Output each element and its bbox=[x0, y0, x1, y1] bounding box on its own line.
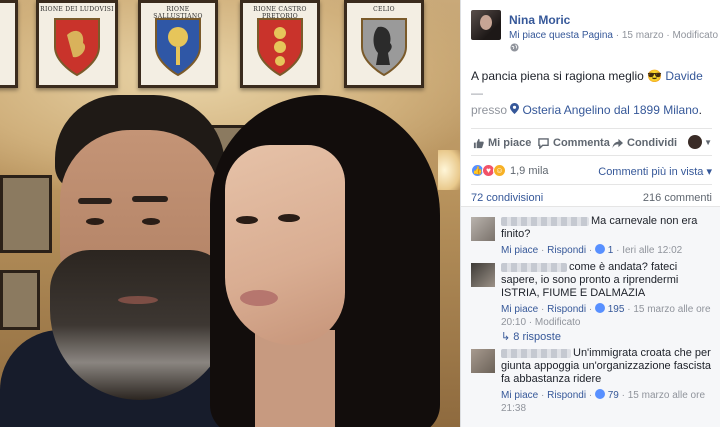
comment-time[interactable]: Ieri alle 12:02 bbox=[622, 245, 682, 256]
reaction-count[interactable]: 1,9 mila bbox=[510, 165, 549, 177]
caret-down-icon: ▾ bbox=[706, 166, 712, 178]
replies-label: 8 risposte bbox=[513, 331, 561, 343]
man-right-brow bbox=[132, 196, 168, 202]
comment-like-link[interactable]: Mi piace bbox=[501, 390, 538, 401]
share-label: Condividi bbox=[627, 137, 678, 149]
comment-reply-link[interactable]: Rispondi bbox=[547, 245, 586, 256]
like-label: Mi piace bbox=[488, 137, 532, 149]
wall-photo-left-1 bbox=[0, 175, 52, 253]
reaction-icons[interactable]: 👍 ♥ ☺ bbox=[471, 164, 506, 177]
like-page-link[interactable]: Mi piace questa Pagina bbox=[509, 30, 613, 41]
comment-body: come è andata? fateci sapere, io sono pr… bbox=[501, 261, 715, 329]
woman-lips bbox=[240, 290, 278, 306]
like-button[interactable]: Mi piace bbox=[473, 137, 531, 149]
blue-shield-icon bbox=[155, 18, 201, 77]
comment-order-label: Commenti più in vista bbox=[598, 166, 704, 178]
wall-photo-left-2 bbox=[0, 270, 40, 330]
reactions-row: 👍 ♥ ☺ 1,9 mila Commenti più in vista ▾ bbox=[471, 162, 712, 180]
comment-body: Ma carnevale non era finito? Mi piace · … bbox=[501, 215, 715, 257]
tagged-user[interactable]: Davide bbox=[665, 69, 702, 83]
woman-right-eye bbox=[278, 214, 300, 222]
comment-reply-link[interactable]: Rispondi bbox=[547, 304, 586, 315]
share-arrow-icon bbox=[612, 138, 623, 148]
comment-order-select[interactable]: Commenti più in vista ▾ bbox=[598, 165, 712, 178]
post-actions: Mi piace Commenta Condividi ▼ bbox=[471, 134, 712, 154]
woman-left-eye bbox=[236, 216, 258, 224]
post-text: A pancia piena si ragiona meglio 😎 David… bbox=[471, 68, 716, 120]
red-tower-shield-icon bbox=[257, 18, 303, 77]
grey-profile-shield-icon bbox=[361, 18, 407, 77]
divider bbox=[471, 128, 712, 129]
reply-arrow-icon: ↳ bbox=[501, 331, 511, 343]
haha-reaction-icon: ☺ bbox=[493, 164, 506, 177]
post-edited[interactable]: Modificato bbox=[672, 30, 718, 41]
comments-count[interactable]: 216 commenti bbox=[643, 192, 712, 204]
comments-list: Ma carnevale non era finito? Mi piace · … bbox=[461, 206, 720, 427]
facebook-photo-viewer: RIONE DEI LUDOVISI RIONE SALLUSTIANO RIO… bbox=[0, 0, 720, 427]
stats-row: 72 condivisioni 216 commenti bbox=[471, 190, 712, 206]
comment-as-selector[interactable]: ▼ bbox=[688, 135, 712, 149]
comment-body: Un'immigrata croata che per giunta appog… bbox=[501, 347, 715, 415]
thumbs-up-icon bbox=[473, 138, 484, 148]
comment-meta: Mi piace · Rispondi · 79 · 15 marzo alle… bbox=[501, 389, 706, 414]
commenter-avatar[interactable] bbox=[471, 263, 495, 287]
comment-label: Commenta bbox=[553, 137, 610, 149]
comment-like-count[interactable]: 1 bbox=[608, 245, 614, 256]
comment-meta: Mi piace · Rispondi · 195 · 15 marzo all… bbox=[501, 303, 711, 328]
redacted-name bbox=[501, 216, 589, 226]
post-meta: Mi piace questa Pagina · 15 marzo · Modi… bbox=[509, 30, 718, 41]
comment-meta: Mi piace · Rispondi · 1 · Ieri alle 12:0… bbox=[501, 244, 683, 256]
comment-like-count[interactable]: 79 bbox=[608, 390, 619, 401]
post-photo[interactable]: RIONE DEI LUDOVISI RIONE SALLUSTIANO RIO… bbox=[0, 0, 460, 427]
coat-of-arms-frame-2: RIONE DEI LUDOVISI bbox=[36, 0, 118, 88]
red-shield-icon bbox=[54, 18, 100, 77]
like-badge-icon bbox=[594, 389, 605, 399]
post-header: Nina Moric Mi piace questa Pagina · 15 m… bbox=[471, 10, 718, 52]
like-badge-icon bbox=[594, 244, 605, 254]
location-pin-icon bbox=[510, 103, 522, 117]
comment-edited[interactable]: Modificato bbox=[535, 317, 581, 328]
frame-caption: CELIO bbox=[373, 6, 395, 13]
comment-icon bbox=[538, 137, 549, 149]
dash: — bbox=[471, 86, 483, 100]
shares-count[interactable]: 72 condivisioni bbox=[471, 192, 543, 204]
like-badge-icon bbox=[594, 303, 605, 313]
view-replies-link[interactable]: ↳ 8 risposte bbox=[501, 330, 561, 343]
author-name[interactable]: Nina Moric bbox=[509, 13, 570, 27]
wall-lamp bbox=[438, 150, 460, 190]
man-left-eye bbox=[86, 218, 104, 225]
place-period: . bbox=[698, 103, 702, 117]
comment-button[interactable]: Commenta bbox=[538, 137, 610, 149]
man-right-eye bbox=[142, 218, 160, 225]
post-message: A pancia piena si ragiona meglio bbox=[471, 69, 644, 83]
comment-reply-link[interactable]: Rispondi bbox=[547, 390, 586, 401]
author-avatar[interactable] bbox=[471, 10, 501, 40]
comment-like-link[interactable]: Mi piace bbox=[501, 245, 538, 256]
chevron-down-icon: ▼ bbox=[704, 137, 712, 147]
redacted-name bbox=[501, 262, 567, 272]
man-mouth bbox=[118, 296, 158, 304]
coat-of-arms-frame-4: RIONE CASTRO PRETORIO bbox=[240, 0, 320, 88]
man-left-brow bbox=[78, 198, 112, 204]
coat-of-arms-frame-5: CELIO bbox=[344, 0, 424, 88]
divider bbox=[471, 155, 712, 156]
commenter-avatar[interactable] bbox=[471, 349, 495, 373]
redacted-name bbox=[501, 348, 571, 358]
presso-text: presso bbox=[471, 103, 508, 117]
coat-of-arms-frame-1 bbox=[0, 0, 18, 88]
comment-like-link[interactable]: Mi piace bbox=[501, 304, 538, 315]
divider bbox=[471, 184, 712, 185]
post-date[interactable]: 15 marzo bbox=[622, 30, 664, 41]
sunglasses-emoji: 😎 bbox=[647, 69, 663, 83]
frame-caption: RIONE DEI LUDOVISI bbox=[40, 6, 114, 13]
comment-like-count[interactable]: 195 bbox=[608, 304, 625, 315]
coat-of-arms-frame-3: RIONE SALLUSTIANO bbox=[138, 0, 218, 88]
post-side-panel: Nina Moric Mi piace questa Pagina · 15 m… bbox=[460, 0, 720, 427]
globe-icon bbox=[510, 43, 519, 52]
woman-face bbox=[225, 145, 345, 345]
share-button[interactable]: Condividi bbox=[612, 137, 677, 149]
commenter-avatar[interactable] bbox=[471, 217, 495, 241]
place-link[interactable]: Osteria Angelino dal 1899 Milano bbox=[522, 103, 698, 117]
page-avatar-mini bbox=[688, 135, 703, 149]
